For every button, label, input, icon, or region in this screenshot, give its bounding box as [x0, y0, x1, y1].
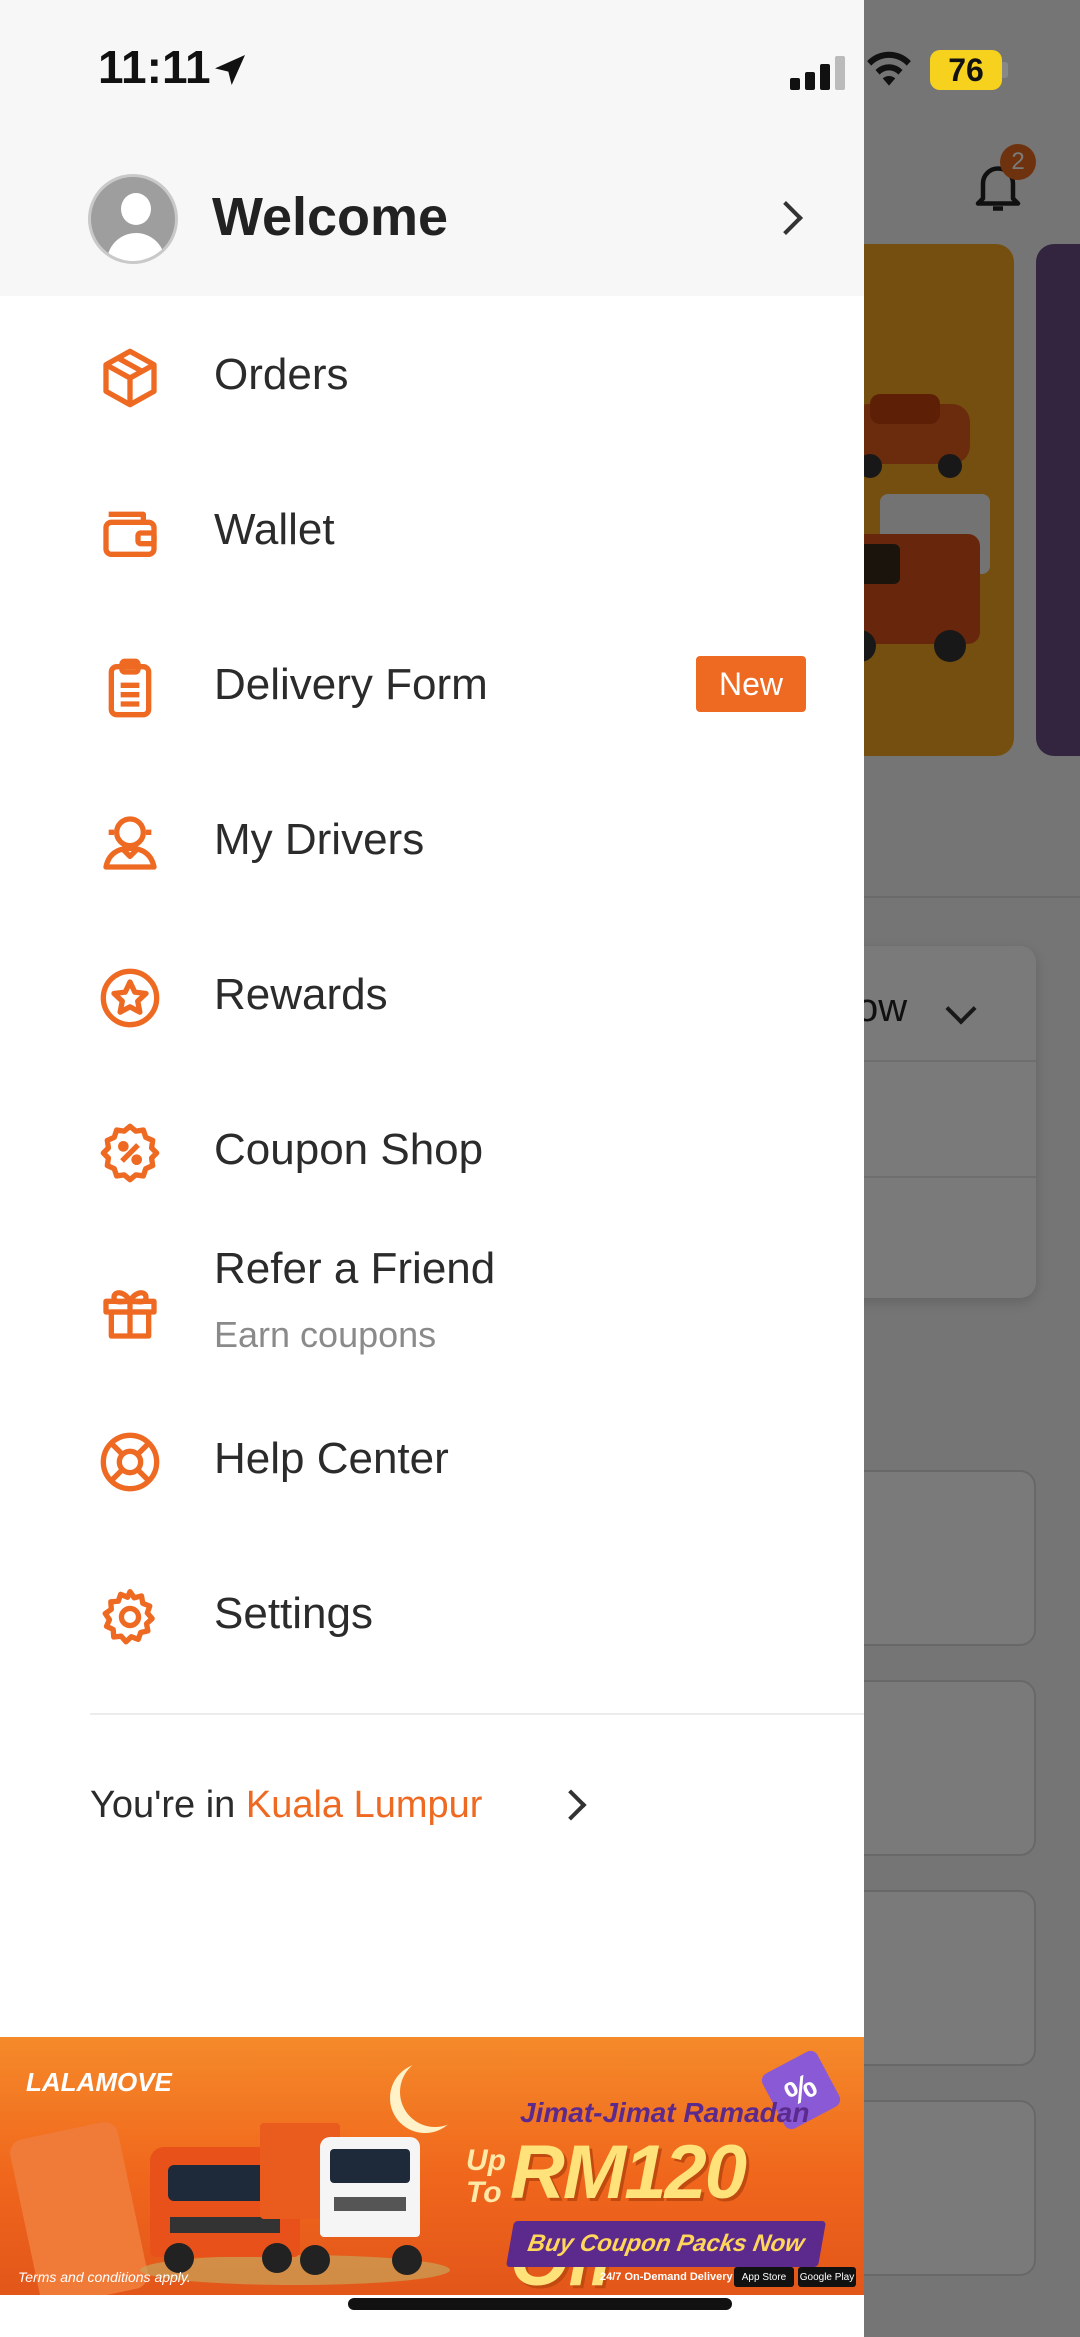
gear-icon: [102, 1589, 155, 1645]
status-time: 11:11: [98, 41, 211, 93]
chevron-right-icon[interactable]: [555, 1789, 587, 1821]
banner-upto: Up To: [466, 2144, 506, 2209]
city-selector[interactable]: You're in Kuala Lumpur: [90, 1784, 482, 1827]
menu-label: Refer a Friend: [214, 1244, 496, 1293]
crescent-moon-icon: [400, 2057, 470, 2127]
wheel-icon: [300, 2245, 330, 2275]
new-badge: New: [696, 656, 806, 712]
google-play-badge[interactable]: Google Play: [798, 2267, 856, 2287]
buy-coupon-packs-button[interactable]: Buy Coupon Packs Now: [505, 2221, 827, 2267]
banner-terms: Terms and conditions apply.: [18, 2269, 191, 2285]
drawer-divider: [90, 1713, 864, 1715]
home-indicator[interactable]: [348, 2298, 732, 2310]
menu-label: Rewards: [214, 970, 388, 1019]
city-name: Kuala Lumpur: [245, 1784, 483, 1826]
wallet-icon: [103, 511, 157, 557]
city-prefix: You're in: [90, 1784, 236, 1826]
menu-item-refer-a-friend[interactable]: Refer a Friend Earn coupons: [0, 1244, 864, 1404]
wheel-icon: [392, 2245, 422, 2275]
box-icon: [103, 348, 157, 408]
drivers-icon: [103, 816, 157, 870]
menu-label: My Drivers: [214, 815, 425, 864]
truck-illustration-icon: [260, 2123, 430, 2259]
menu-item-help-center[interactable]: Help Center: [0, 1398, 864, 1518]
avatar[interactable]: [88, 174, 178, 264]
welcome-title[interactable]: Welcome: [212, 186, 448, 248]
menu-label: Wallet: [214, 505, 335, 554]
rewards-star-icon: [100, 968, 160, 1028]
side-drawer: 11:11 76 Welcome Orders Wallet Delivery …: [0, 0, 1008, 2337]
cellular-signal-icon: [790, 56, 846, 90]
menu-item-my-drivers[interactable]: My Drivers: [0, 779, 864, 899]
app-store-badge[interactable]: App Store: [734, 2267, 794, 2287]
menu-item-settings[interactable]: Settings: [0, 1553, 864, 1673]
coupon-icon: [100, 1123, 160, 1183]
menu-item-rewards[interactable]: Rewards: [0, 934, 864, 1054]
lifebuoy-icon: [100, 1432, 160, 1492]
battery-nub: [1002, 62, 1008, 78]
menu-item-orders[interactable]: Orders: [0, 314, 864, 434]
banner-brand: LALAMOVE: [26, 2067, 172, 2097]
wifi-icon: [867, 51, 911, 86]
promo-banner[interactable]: LALAMOVE % Jimat-Jimat Ramadan Up To RM1…: [0, 2037, 864, 2295]
menu-label: Coupon Shop: [214, 1125, 484, 1174]
menu-label: Help Center: [214, 1434, 449, 1483]
battery-indicator: 76: [930, 50, 1002, 90]
clipboard-icon: [108, 658, 152, 718]
menu-label: Orders: [214, 350, 349, 399]
menu-item-wallet[interactable]: Wallet: [0, 469, 864, 589]
menu-label: Delivery Form: [214, 660, 488, 709]
location-arrow-icon: [215, 55, 245, 85]
banner-subtitle: Jimat-Jimat Ramadan: [520, 2097, 810, 2128]
gift-icon: [103, 1290, 157, 1339]
menu-label: Settings: [214, 1589, 373, 1638]
menu-item-coupon-shop[interactable]: Coupon Shop: [0, 1089, 864, 1209]
menu-sublabel: Earn coupons: [214, 1314, 437, 1355]
